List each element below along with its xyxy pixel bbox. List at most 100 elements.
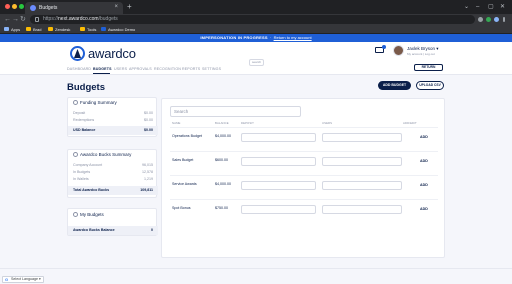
- column-header-name[interactable]: NAME: [172, 121, 180, 125]
- search-input[interactable]: Search: [170, 106, 301, 117]
- add-button[interactable]: ADD: [420, 182, 428, 188]
- address-bar[interactable]: https://next.awardco.com/budgets: [30, 15, 475, 24]
- url-text: https://next.awardco.com/budgets: [43, 16, 118, 22]
- column-header-add-edit: ADD/EDIT: [403, 121, 417, 125]
- awardco-bucks-summary-title: Awardco Bucks Summary: [80, 152, 132, 157]
- tab-title: Budgets: [39, 5, 58, 11]
- apps-icon: [4, 27, 9, 31]
- funding-summary-title: Funding Summary: [80, 100, 117, 105]
- bookmark-tools[interactable]: Tools: [80, 26, 100, 33]
- add-button[interactable]: ADD: [420, 206, 428, 212]
- add-button[interactable]: ADD: [420, 158, 428, 164]
- users-input[interactable]: [322, 133, 402, 142]
- column-header-deposit: DEPOSIT: [241, 121, 254, 125]
- new-tab-button[interactable]: +: [127, 2, 132, 12]
- extension-icon[interactable]: [478, 17, 483, 22]
- browser-tab[interactable]: Budgets ×: [25, 2, 123, 14]
- extension-icon[interactable]: [486, 17, 491, 22]
- language-select-label: Select Language ▾: [11, 277, 41, 281]
- my-budgets-card: My Budgets Awardco Bucks Balance 0: [67, 208, 158, 236]
- deposit-input[interactable]: [241, 205, 316, 214]
- nav-budgets[interactable]: BUDGETS: [93, 66, 112, 72]
- nav-recognition[interactable]: RECOGNITION: [154, 66, 181, 72]
- info-icon: [73, 212, 78, 217]
- return-to-account-link[interactable]: Return to my account: [274, 35, 312, 40]
- users-input[interactable]: [322, 205, 402, 214]
- user-account-links[interactable]: My account | Log out: [407, 52, 435, 56]
- bookmarks-bar: Apps Brad Zendesk Tools Awardco Demo: [0, 25, 512, 34]
- budgets-table-card: Search NAME BALANCE DEPOSIT USERS ADD/ED…: [161, 98, 445, 258]
- app-area: awardco DASHBOARD BUDGETS USERS APPROVAL…: [0, 42, 512, 284]
- awardco-bucks-balance-row: Awardco Bucks Balance 0: [68, 226, 158, 235]
- nav-settings[interactable]: SETTINGS: [202, 66, 221, 72]
- table-row: Service Awards $4,000.00 ADD: [170, 178, 438, 200]
- table-header-divider: [170, 127, 438, 128]
- funding-row: Deposit $0.00: [73, 111, 153, 115]
- funding-row: Redemptions $0.00: [73, 118, 153, 122]
- notification-badge: [382, 45, 386, 49]
- deposit-input[interactable]: [241, 181, 316, 190]
- users-input[interactable]: [322, 157, 402, 166]
- table-row: Spot Bonus $750.00 ADD: [170, 202, 438, 224]
- column-header-balance[interactable]: BALANCE: [215, 121, 229, 125]
- bucks-row: Company Account 96,015: [73, 163, 153, 167]
- folder-icon: [48, 27, 53, 31]
- avatar[interactable]: [393, 45, 404, 56]
- bookmark-apps[interactable]: Apps: [4, 26, 24, 33]
- app-header: awardco DASHBOARD BUDGETS USERS APPROVAL…: [0, 42, 512, 75]
- folder-icon: [80, 27, 85, 31]
- funding-summary-card: Funding Summary Deposit $0.00 Redemption…: [67, 97, 158, 137]
- bookmark-zendesk[interactable]: Zendesk: [48, 26, 78, 33]
- reload-icon[interactable]: ↻: [20, 15, 26, 24]
- folder-icon: [26, 27, 31, 31]
- bucks-row: In Budgets 12,578: [73, 170, 153, 174]
- table-row: Sales Budget $600.00 ADD: [170, 154, 438, 176]
- search-chip[interactable]: search: [249, 59, 265, 66]
- back-icon[interactable]: ←: [4, 15, 11, 24]
- impersonation-banner: IMPERSONATION IN PROGRESS · Return to my…: [0, 34, 512, 42]
- info-icon: [73, 152, 78, 157]
- page-title: Budgets: [67, 82, 105, 93]
- bookmark-brad[interactable]: Brad: [26, 26, 46, 33]
- add-budget-button[interactable]: ADD BUDGET: [378, 81, 411, 90]
- active-nav-underline: [93, 73, 110, 74]
- nav-dashboard[interactable]: DASHBOARD: [67, 66, 91, 72]
- tab-search-icon[interactable]: ⌄: [464, 2, 469, 12]
- profile-icon[interactable]: [494, 17, 499, 22]
- tab-close-icon[interactable]: ×: [114, 3, 118, 12]
- minimize-window-dot[interactable]: [12, 4, 17, 9]
- nav-approvals[interactable]: APPROVALS: [129, 66, 152, 72]
- menu-icon[interactable]: [503, 17, 505, 22]
- nav-users[interactable]: USERS: [114, 66, 127, 72]
- awardco-favicon-icon: [30, 5, 36, 11]
- bookmark-awardco-demo[interactable]: Awardco Demo: [101, 26, 141, 33]
- my-budgets-title: My Budgets: [80, 212, 104, 217]
- close-window-dot[interactable]: [5, 4, 10, 9]
- deposit-input[interactable]: [241, 133, 316, 142]
- logo-text[interactable]: awardco: [88, 46, 136, 61]
- language-select[interactable]: G Select Language ▾: [2, 276, 44, 283]
- column-header-users: USERS: [322, 121, 333, 125]
- return-button[interactable]: RETURN: [414, 64, 443, 71]
- maximize-icon[interactable]: ▢: [488, 2, 494, 12]
- upload-csv-button[interactable]: UPLOAD CSV: [416, 81, 444, 90]
- maximize-window-dot[interactable]: [19, 4, 24, 9]
- deposit-input[interactable]: [241, 157, 316, 166]
- forward-icon[interactable]: →: [12, 15, 19, 24]
- close-icon[interactable]: ✕: [500, 2, 505, 12]
- users-input[interactable]: [322, 181, 402, 190]
- table-row: Operations Budget $4,000.00 ADD: [170, 130, 438, 152]
- awardco-logo-icon[interactable]: [70, 46, 85, 61]
- lock-icon: [35, 17, 39, 22]
- browser-tab-bar: Budgets × + ⌄ – ▢ ✕: [0, 0, 512, 14]
- add-button[interactable]: ADD: [420, 134, 428, 140]
- impersonation-status: IMPERSONATION IN PROGRESS: [200, 35, 268, 40]
- browser-toolbar: ← → ↻ https://next.awardco.com/budgets: [0, 14, 512, 25]
- footer-divider: [0, 268, 512, 269]
- google-g-icon: G: [5, 277, 9, 282]
- minimize-icon[interactable]: –: [476, 2, 479, 12]
- info-icon: [73, 100, 78, 105]
- awardco-bucks-summary-card: Awardco Bucks Summary Company Account 96…: [67, 149, 158, 198]
- bucks-row: In Wallets 1,219: [73, 177, 153, 181]
- nav-reports[interactable]: REPORTS: [182, 66, 200, 72]
